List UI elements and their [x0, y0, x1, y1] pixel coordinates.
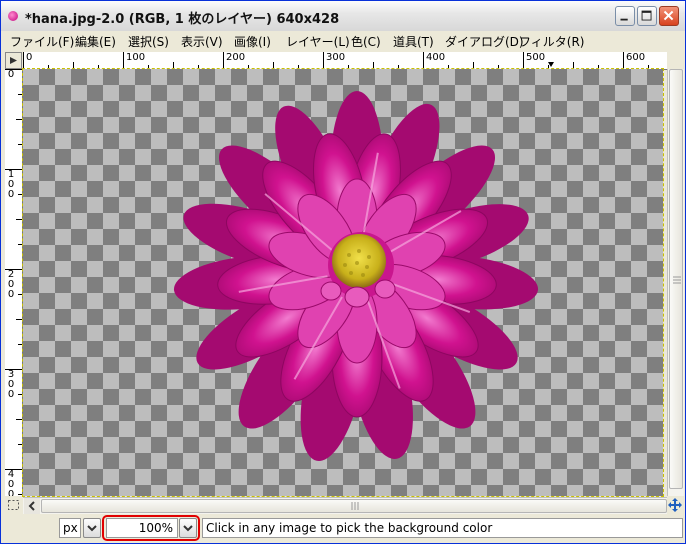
menu-image[interactable]: 画像(I) [234, 33, 271, 50]
hruler-label-0: 0 [26, 52, 33, 63]
navigate-arrows-icon [668, 498, 682, 512]
menu-view[interactable]: 表示(V) [181, 33, 223, 50]
hruler-label-500: 500 [526, 52, 546, 63]
hruler-label-600: 600 [626, 52, 646, 63]
menu-layer[interactable]: レイヤー(L) [286, 33, 350, 50]
chevron-left-icon [28, 501, 35, 511]
vruler-label-0: 0 [7, 69, 15, 80]
zoom-dropdown-button[interactable] [179, 518, 197, 538]
vertical-scrollbar[interactable] [667, 69, 684, 496]
vruler-label-200: 200 [7, 269, 15, 300]
menu-select[interactable]: 選択(S) [128, 33, 169, 50]
vruler-label-100: 100 [7, 169, 15, 200]
close-icon [663, 10, 674, 21]
image-window: *hana.jpg-2.0 (RGB, 1 枚のレイヤー) 640x428 ファ… [0, 0, 686, 544]
horizontal-scrollbar[interactable] [23, 497, 667, 514]
menu-colors[interactable]: 色(C) [351, 33, 381, 50]
hruler-label-300: 300 [326, 52, 346, 63]
window-title: *hana.jpg-2.0 (RGB, 1 枚のレイヤー) 640x428 [25, 12, 340, 27]
quick-mask-icon [8, 500, 19, 510]
scroll-left-button[interactable] [24, 498, 40, 514]
image-canvas[interactable] [23, 69, 663, 496]
minimize-icon [620, 18, 628, 21]
horizontal-ruler[interactable]: 0 100 200 300 400 500 600 [23, 52, 667, 70]
dahlia-flower-image [173, 91, 539, 461]
vertical-ruler[interactable]: 0 100 200 300 400 [5, 69, 23, 496]
chevron-down-icon [183, 525, 193, 532]
hruler-label-200: 200 [226, 52, 246, 63]
status-bar: px 100% Click in any image to pick the b… [1, 514, 685, 543]
zoom-field[interactable]: 100% [106, 518, 178, 538]
menu-file[interactable]: ファイル(F) [10, 33, 74, 50]
menu-dialogs[interactable]: ダイアログ(D) [445, 33, 524, 50]
unit-selector-value[interactable]: px [59, 518, 81, 538]
horizontal-scroll-thumb[interactable] [41, 499, 667, 513]
vruler-label-400: 400 [7, 469, 15, 497]
ruler-corner-menu-button[interactable] [5, 52, 22, 69]
vruler-label-300: 300 [7, 369, 15, 400]
minimize-button[interactable] [615, 6, 635, 26]
maximize-button[interactable] [637, 6, 657, 26]
vertical-scroll-thumb[interactable] [669, 69, 683, 489]
quick-mask-toggle[interactable] [5, 497, 22, 513]
chevron-down-icon [87, 525, 97, 532]
grip-icon [673, 276, 681, 284]
menu-tools[interactable]: 道具(T) [393, 33, 434, 50]
menu-edit[interactable]: 編集(E) [75, 33, 116, 50]
hruler-label-100: 100 [126, 52, 146, 63]
status-message: Click in any image to pick the backgroun… [202, 518, 683, 538]
hruler-label-400: 400 [426, 52, 446, 63]
menu-bar: ファイル(F) 編集(E) 選択(S) 表示(V) 画像(I) レイヤー(L) … [1, 31, 685, 50]
title-bar[interactable]: *hana.jpg-2.0 (RGB, 1 枚のレイヤー) 640x428 [1, 1, 685, 32]
close-button[interactable] [659, 6, 679, 26]
maximize-icon [641, 10, 652, 21]
menu-filters[interactable]: フィルタ(R) [519, 33, 584, 50]
grip-icon [351, 502, 359, 510]
arrow-menu-icon [10, 57, 17, 64]
navigate-button[interactable] [667, 497, 683, 513]
unit-dropdown-button[interactable] [83, 518, 101, 538]
gimp-app-icon[interactable] [8, 11, 18, 21]
